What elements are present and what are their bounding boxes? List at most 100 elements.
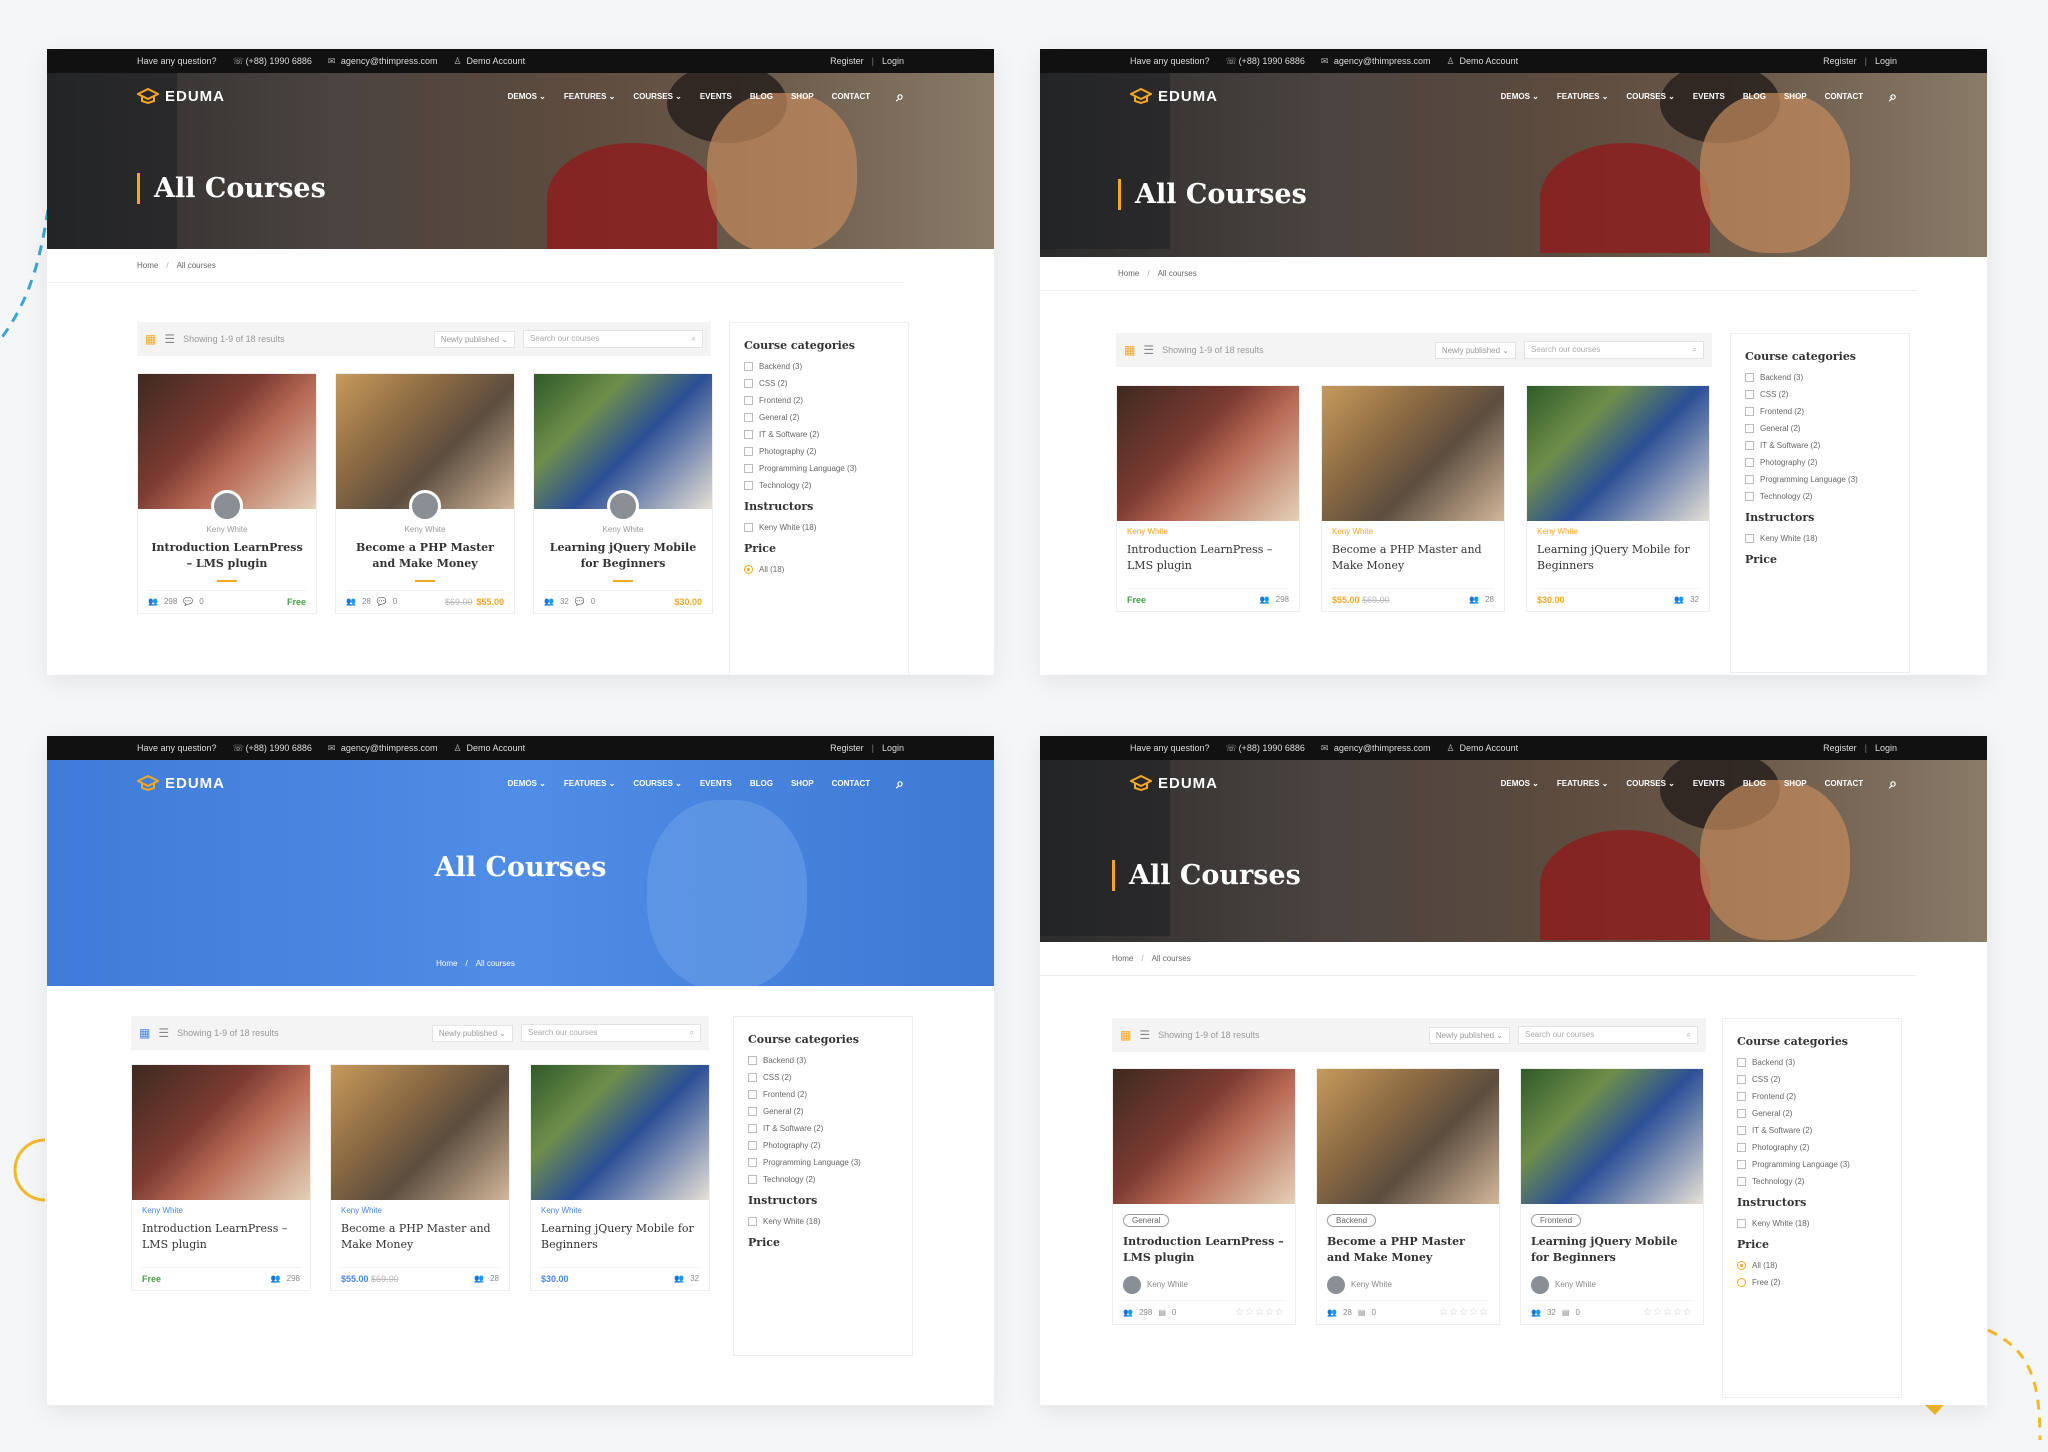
email-link[interactable]: agency@thimpress.com: [1334, 56, 1431, 66]
course-search-input[interactable]: Search our courses ⌕: [1524, 341, 1704, 359]
breadcrumb-home[interactable]: Home: [1112, 954, 1133, 963]
grid-view-icon[interactable]: ▦: [1124, 343, 1135, 357]
category-filter[interactable]: IT & Software (2): [748, 1124, 898, 1133]
nav-blog[interactable]: BLOG: [750, 779, 773, 788]
category-filter[interactable]: IT & Software (2): [744, 430, 894, 439]
price-filter[interactable]: Free (2): [1737, 1278, 1887, 1287]
course-search-input[interactable]: Search our courses ⌕: [521, 1024, 701, 1042]
category-filter[interactable]: Photography (2): [1745, 458, 1895, 467]
instructor-name[interactable]: Keny White: [148, 525, 306, 534]
category-filter[interactable]: Programming Language (3): [1745, 475, 1895, 484]
demo-account-link[interactable]: Demo Account: [467, 743, 526, 753]
instructor-filter[interactable]: Keny White (18): [744, 523, 894, 532]
sort-select[interactable]: Newly published ⌄: [433, 330, 515, 348]
email-link[interactable]: agency@thimpress.com: [341, 743, 438, 753]
course-title[interactable]: Become a PHP Master and Make Money: [1327, 1234, 1489, 1266]
price-filter[interactable]: All (18): [1737, 1261, 1887, 1270]
course-title[interactable]: Learning jQuery Mobile for Beginners: [544, 540, 702, 572]
nav-blog[interactable]: BLOG: [1743, 92, 1766, 101]
instructor-filter[interactable]: Keny White (18): [748, 1217, 898, 1226]
sort-select[interactable]: Newly published ⌄: [431, 1024, 513, 1042]
course-title[interactable]: Introduction LearnPress – LMS plugin: [1123, 1234, 1285, 1266]
course-card[interactable]: Keny White Become a PHP Master and Make …: [1321, 385, 1505, 612]
eduma-logo[interactable]: EDUMA: [1130, 775, 1218, 792]
grid-view-icon[interactable]: ▦: [145, 332, 156, 346]
nav-courses[interactable]: COURSES ⌄: [1626, 779, 1675, 788]
email-link[interactable]: agency@thimpress.com: [341, 56, 438, 66]
register-link[interactable]: Register: [830, 56, 864, 66]
course-title[interactable]: Introduction LearnPress – LMS plugin: [148, 540, 306, 572]
category-tag[interactable]: Backend: [1327, 1214, 1377, 1227]
nav-courses[interactable]: COURSES ⌄: [1626, 92, 1675, 101]
course-thumbnail[interactable]: [1521, 1069, 1703, 1204]
course-thumbnail[interactable]: [336, 374, 514, 509]
category-filter[interactable]: CSS (2): [744, 379, 894, 388]
instructor-name[interactable]: Keny White: [1555, 1280, 1596, 1289]
login-link[interactable]: Login: [1875, 56, 1897, 66]
phone-link[interactable]: (+88) 1990 6886: [1239, 743, 1305, 753]
course-thumbnail[interactable]: [1322, 386, 1504, 521]
breadcrumb-home[interactable]: Home: [137, 261, 158, 270]
list-view-icon[interactable]: ☰: [1143, 343, 1154, 357]
course-search-input[interactable]: Search our courses ⌕: [1518, 1026, 1698, 1044]
category-filter[interactable]: Technology (2): [748, 1175, 898, 1184]
category-filter[interactable]: Frontend (2): [1737, 1092, 1887, 1101]
breadcrumb-home[interactable]: Home: [1118, 269, 1139, 278]
course-thumbnail[interactable]: [534, 374, 712, 509]
category-filter[interactable]: Frontend (2): [748, 1090, 898, 1099]
category-filter[interactable]: CSS (2): [1737, 1075, 1887, 1084]
instructor-name[interactable]: Keny White: [341, 1206, 499, 1215]
category-tag[interactable]: Frontend: [1531, 1214, 1582, 1227]
category-filter[interactable]: Photography (2): [748, 1141, 898, 1150]
nav-features[interactable]: FEATURES ⌄: [1557, 779, 1608, 788]
category-filter[interactable]: CSS (2): [748, 1073, 898, 1082]
category-tag[interactable]: General: [1123, 1214, 1170, 1227]
eduma-logo[interactable]: EDUMA: [137, 88, 225, 105]
sort-select[interactable]: Newly published ⌄: [1434, 341, 1516, 359]
course-title[interactable]: Introduction LearnPress – LMS plugin: [142, 1221, 300, 1253]
category-filter[interactable]: Programming Language (3): [744, 464, 894, 473]
nav-shop[interactable]: SHOP: [1784, 92, 1807, 101]
category-filter[interactable]: Backend (3): [744, 362, 894, 371]
course-title[interactable]: Introduction LearnPress – LMS plugin: [1127, 542, 1289, 574]
course-card[interactable]: Keny White Introduction LearnPress – LMS…: [131, 1064, 311, 1291]
category-filter[interactable]: Backend (3): [1737, 1058, 1887, 1067]
course-card[interactable]: Backend Become a PHP Master and Make Mon…: [1316, 1068, 1500, 1325]
nav-demos[interactable]: DEMOS ⌄: [508, 779, 546, 788]
course-title[interactable]: Become a PHP Master and Make Money: [341, 1221, 499, 1253]
login-link[interactable]: Login: [1875, 743, 1897, 753]
instructor-name[interactable]: Keny White: [1127, 527, 1289, 536]
course-card[interactable]: Frontend Learning jQuery Mobile for Begi…: [1520, 1068, 1704, 1325]
phone-link[interactable]: (+88) 1990 6886: [1239, 56, 1305, 66]
category-filter[interactable]: General (2): [744, 413, 894, 422]
course-thumbnail[interactable]: [1113, 1069, 1295, 1204]
course-thumbnail[interactable]: [1317, 1069, 1499, 1204]
nav-features[interactable]: FEATURES ⌄: [564, 92, 615, 101]
course-thumbnail[interactable]: [1117, 386, 1299, 521]
category-filter[interactable]: Frontend (2): [744, 396, 894, 405]
course-card[interactable]: Keny White Learning jQuery Mobile for Be…: [1526, 385, 1710, 612]
category-filter[interactable]: Backend (3): [1745, 373, 1895, 382]
instructor-filter[interactable]: Keny White (18): [1737, 1219, 1887, 1228]
course-thumbnail[interactable]: [1527, 386, 1709, 521]
course-card[interactable]: Keny White Introduction LearnPress – LMS…: [1116, 385, 1300, 612]
register-link[interactable]: Register: [1823, 56, 1857, 66]
eduma-logo[interactable]: EDUMA: [1130, 88, 1218, 105]
nav-demos[interactable]: DEMOS ⌄: [1501, 779, 1539, 788]
category-filter[interactable]: Backend (3): [748, 1056, 898, 1065]
sort-select[interactable]: Newly published ⌄: [1428, 1026, 1510, 1044]
nav-contact[interactable]: CONTACT: [1825, 92, 1864, 101]
course-card[interactable]: Keny White Learning jQuery Mobile for Be…: [530, 1064, 710, 1291]
category-filter[interactable]: Photography (2): [1737, 1143, 1887, 1152]
list-view-icon[interactable]: ☰: [164, 332, 175, 346]
course-title[interactable]: Learning jQuery Mobile for Beginners: [1531, 1234, 1693, 1266]
instructor-name[interactable]: Keny White: [541, 1206, 699, 1215]
category-filter[interactable]: General (2): [748, 1107, 898, 1116]
phone-link[interactable]: (+88) 1990 6886: [246, 56, 312, 66]
instructor-name[interactable]: Keny White: [346, 525, 504, 534]
category-filter[interactable]: Programming Language (3): [748, 1158, 898, 1167]
demo-account-link[interactable]: Demo Account: [1460, 743, 1519, 753]
price-filter[interactable]: All (18): [744, 565, 894, 574]
category-filter[interactable]: General (2): [1745, 424, 1895, 433]
list-view-icon[interactable]: ☰: [158, 1026, 169, 1040]
